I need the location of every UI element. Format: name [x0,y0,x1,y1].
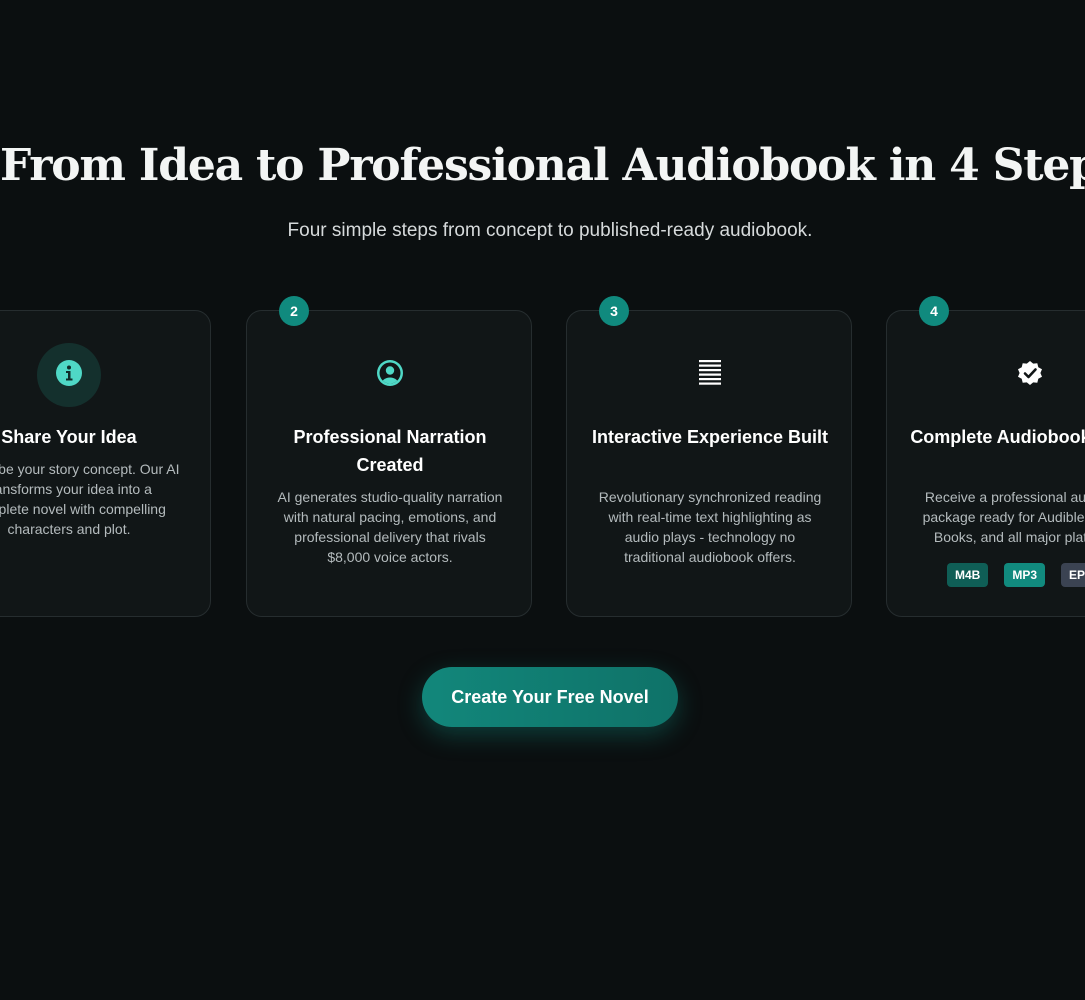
format-tag-m4b: M4B [947,563,989,587]
format-tag-mp3: MP3 [1004,563,1046,587]
step-number-badge: 2 [279,296,309,326]
step-icon-container [678,343,742,407]
step-card-2: 2 Professional Narration Created AI gene… [246,296,532,617]
step-title: Professional Narration Created [293,427,487,475]
page: From Idea to Professional Audiobook in 4… [0,0,1085,1000]
format-tags: M4B MP3 EPUB [947,563,1085,587]
steps-carousel: 1 Share Your Idea Describe your story co… [0,296,1085,630]
step-number-badge: 4 [919,296,949,326]
section-title: From Idea to Professional Audiobook in 4… [0,140,1085,191]
step-title: Complete Audiobook Ready [910,427,1085,447]
section-subtitle: Four simple steps from concept to publis… [287,220,813,241]
step-card-4: 4 Complete Audiobook Ready Receive a pro… [886,296,1085,617]
step-description: Revolutionary synchronized reading with … [598,489,822,565]
step-number-badge: 3 [599,296,629,326]
info-circle-icon [56,359,82,391]
verified-badge-icon [1016,359,1044,392]
text-lines-icon [698,358,722,393]
step-card-1: 1 Share Your Idea Describe your story co… [0,310,211,617]
step-description: AI generates studio-quality narration wi… [277,489,503,565]
step-description: Describe your story concept. Our AI tran… [0,461,180,537]
create-free-novel-button[interactable]: Create Your Free Novel [422,667,678,727]
step-title: Share Your Idea [1,427,137,447]
step-description: Receive a professional audiobook package… [922,489,1085,545]
step-title: Interactive Experience Built [591,427,829,447]
step-icon-container [998,343,1062,407]
format-tag-epub: EPUB [1061,563,1085,587]
step-icon-container [37,343,101,407]
step-card-3: 3 Interactive Experience Built Revolutio… [566,296,852,617]
step-icon-container [358,343,422,407]
user-circle-icon [377,359,403,391]
